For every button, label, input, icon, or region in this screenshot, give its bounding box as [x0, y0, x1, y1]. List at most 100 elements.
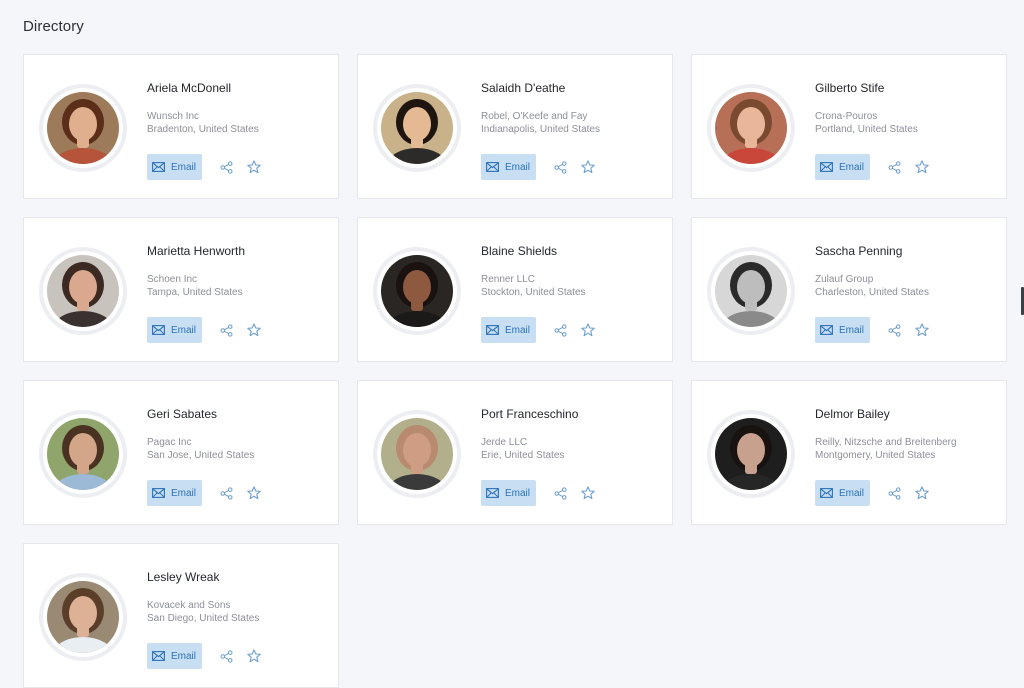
share-button[interactable] — [886, 485, 902, 501]
star-outline-icon — [247, 649, 261, 663]
email-button[interactable]: Email — [147, 643, 203, 669]
contact-name[interactable]: Port Franceschino — [481, 407, 662, 421]
contact-info: Blaine Shields Renner LLC Stockton, Unit… — [481, 244, 662, 299]
share-button[interactable] — [552, 159, 568, 175]
avatar-photo — [381, 418, 453, 490]
avatar[interactable] — [715, 418, 787, 490]
email-button[interactable]: Email — [815, 154, 871, 180]
email-button[interactable]: Email — [147, 480, 203, 506]
avatar-photo — [47, 255, 119, 327]
star-outline-icon — [581, 160, 595, 174]
email-button[interactable]: Email — [815, 317, 871, 343]
avatar[interactable] — [47, 92, 119, 164]
share-icon — [220, 486, 233, 500]
share-button[interactable] — [886, 159, 902, 175]
card-actions: Email — [815, 480, 930, 506]
email-button-label: Email — [839, 161, 865, 173]
share-button[interactable] — [218, 159, 234, 175]
avatar[interactable] — [47, 255, 119, 327]
email-button[interactable]: Email — [481, 154, 537, 180]
share-icon — [220, 649, 233, 663]
avatar[interactable] — [715, 255, 787, 327]
avatar[interactable] — [381, 92, 453, 164]
email-button-label: Email — [171, 650, 197, 662]
envelope-icon — [820, 325, 833, 335]
avatar-photo — [47, 581, 119, 653]
contact-company: Pagac Inc — [147, 437, 192, 448]
contact-name[interactable]: Lesley Wreak — [147, 570, 328, 584]
card-actions: Email — [147, 317, 262, 343]
contact-company: Reilly, Nitzsche and Breitenberg — [815, 437, 957, 448]
share-icon — [554, 323, 567, 337]
share-button[interactable] — [552, 322, 568, 338]
contact-name[interactable]: Sascha Penning — [815, 244, 996, 258]
avatar[interactable] — [715, 92, 787, 164]
favorite-button[interactable] — [580, 322, 596, 338]
contact-name[interactable]: Salaidh D'eathe — [481, 81, 662, 95]
envelope-icon — [820, 488, 833, 498]
share-icon — [220, 323, 233, 337]
favorite-button[interactable] — [580, 485, 596, 501]
avatar[interactable] — [47, 418, 119, 490]
avatar[interactable] — [381, 255, 453, 327]
page-title: Directory — [23, 18, 84, 35]
share-button[interactable] — [552, 485, 568, 501]
contact-info: Ariela McDonell Wunsch Inc Bradenton, Un… — [147, 81, 328, 136]
avatar-photo — [381, 255, 453, 327]
contact-name[interactable]: Ariela McDonell — [147, 81, 328, 95]
envelope-icon — [820, 162, 833, 172]
contact-card: Gilberto Stife Crona-Pouros Portland, Un… — [691, 54, 1007, 199]
avatar[interactable] — [47, 581, 119, 653]
contact-card: Port Franceschino Jerde LLC Erie, United… — [357, 380, 673, 525]
email-button[interactable]: Email — [481, 317, 537, 343]
envelope-icon — [152, 488, 165, 498]
contact-name[interactable]: Gilberto Stife — [815, 81, 996, 95]
favorite-button[interactable] — [246, 648, 262, 664]
favorite-button[interactable] — [580, 159, 596, 175]
contact-info: Gilberto Stife Crona-Pouros Portland, Un… — [815, 81, 996, 136]
avatar-ring — [711, 88, 791, 168]
card-actions: Email — [815, 317, 930, 343]
contact-location: San Diego, United States — [147, 613, 260, 624]
favorite-button[interactable] — [914, 322, 930, 338]
avatar-ring — [43, 251, 123, 331]
share-icon — [554, 160, 567, 174]
share-button[interactable] — [218, 648, 234, 664]
share-icon — [554, 486, 567, 500]
contact-company: Kovacek and Sons — [147, 600, 231, 611]
email-button[interactable]: Email — [815, 480, 871, 506]
email-button-label: Email — [839, 324, 865, 336]
favorite-button[interactable] — [246, 485, 262, 501]
contact-company: Renner LLC — [481, 274, 535, 285]
avatar-photo — [715, 255, 787, 327]
contact-name[interactable]: Marietta Henworth — [147, 244, 328, 258]
contact-name[interactable]: Delmor Bailey — [815, 407, 996, 421]
card-actions: Email — [481, 154, 596, 180]
card-actions: Email — [815, 154, 930, 180]
share-button[interactable] — [218, 485, 234, 501]
contact-location: Tampa, United States — [147, 287, 243, 298]
card-actions: Email — [147, 480, 262, 506]
share-button[interactable] — [886, 322, 902, 338]
email-button[interactable]: Email — [481, 480, 537, 506]
contact-name[interactable]: Blaine Shields — [481, 244, 662, 258]
avatar-ring — [711, 414, 791, 494]
favorite-button[interactable] — [246, 322, 262, 338]
star-outline-icon — [915, 486, 929, 500]
avatar-photo — [715, 418, 787, 490]
email-button[interactable]: Email — [147, 317, 203, 343]
favorite-button[interactable] — [914, 485, 930, 501]
contact-name[interactable]: Geri Sabates — [147, 407, 328, 421]
contact-info: Marietta Henworth Schoen Inc Tampa, Unit… — [147, 244, 328, 299]
favorite-button[interactable] — [246, 159, 262, 175]
contact-company: Schoen Inc — [147, 274, 198, 285]
email-button[interactable]: Email — [147, 154, 203, 180]
contact-company: Zulauf Group — [815, 274, 874, 285]
envelope-icon — [486, 325, 499, 335]
contact-info: Port Franceschino Jerde LLC Erie, United… — [481, 407, 662, 462]
contact-info: Lesley Wreak Kovacek and Sons San Diego,… — [147, 570, 328, 625]
contact-location: Erie, United States — [481, 450, 565, 461]
avatar[interactable] — [381, 418, 453, 490]
favorite-button[interactable] — [914, 159, 930, 175]
share-button[interactable] — [218, 322, 234, 338]
